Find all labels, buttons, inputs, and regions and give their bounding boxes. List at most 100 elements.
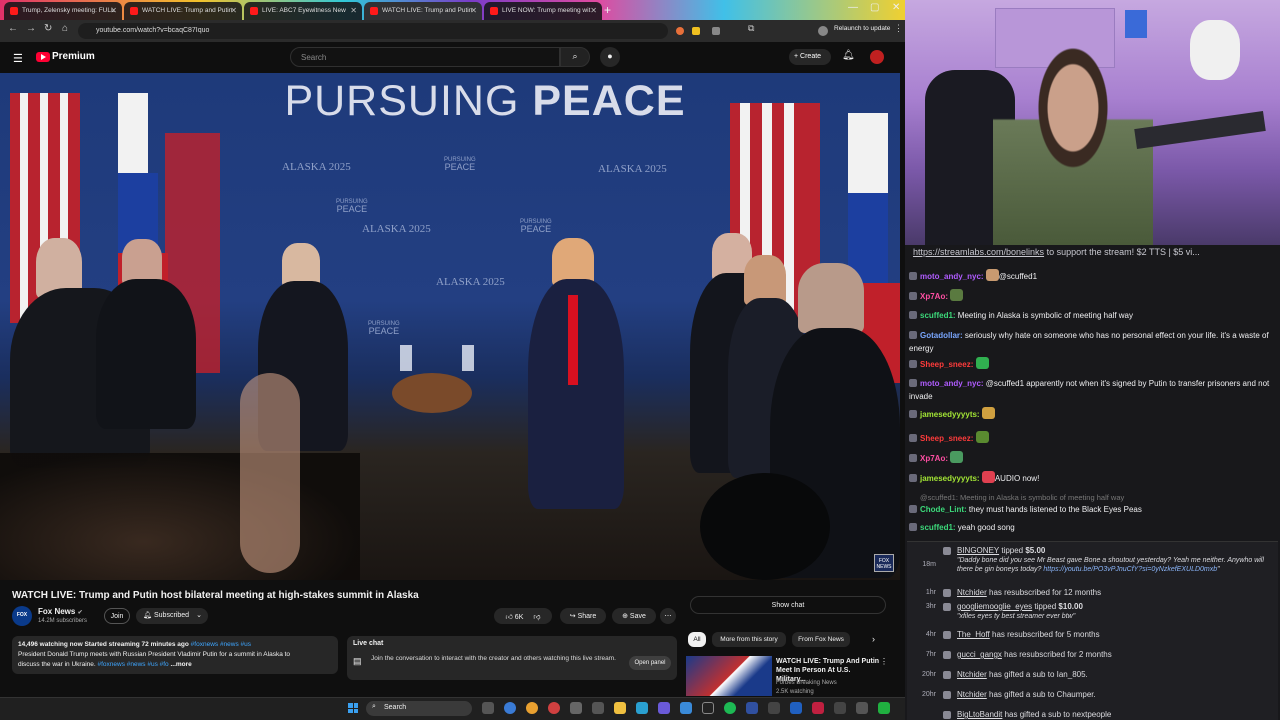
browser-tab-active[interactable]: WATCH LIVE: Trump and Putin ✕: [364, 2, 482, 20]
chip-more-from-story[interactable]: More from this story: [712, 632, 786, 647]
app-icon[interactable]: [834, 702, 846, 714]
browser-tab[interactable]: LIVE: ABC7 Eyewitness New ✕: [244, 2, 362, 20]
extension-icon[interactable]: [712, 27, 720, 35]
chat-username[interactable]: moto_andy_nyc:: [920, 379, 986, 388]
chip-from-fox-news[interactable]: From Fox News: [792, 632, 850, 647]
hamburger-menu-icon[interactable]: ☰: [13, 52, 23, 65]
more-button[interactable]: ...more: [170, 661, 191, 668]
puzzle-icon[interactable]: ⧉: [748, 23, 754, 34]
event-username[interactable]: gucci_gangx: [957, 650, 1002, 659]
discord-icon[interactable]: [658, 702, 670, 714]
obs-icon[interactable]: [702, 702, 714, 714]
app-icon[interactable]: [680, 702, 692, 714]
app-icon[interactable]: [570, 702, 582, 714]
chat-username[interactable]: Sheep_sneez:: [920, 434, 976, 443]
avatar[interactable]: [870, 50, 884, 64]
channel-avatar[interactable]: FOX: [12, 606, 32, 626]
event-time: 3hr: [925, 603, 936, 610]
maximize-icon[interactable]: ▢: [870, 2, 879, 13]
notifications-bell-icon[interactable]: 🔔︎: [842, 50, 855, 61]
chat-username[interactable]: jamesedyyyyts:: [920, 410, 982, 419]
search-button[interactable]: ⌕: [560, 47, 590, 67]
chip-all[interactable]: All: [688, 632, 706, 647]
app-icon[interactable]: [856, 702, 868, 714]
menu-dots-icon[interactable]: ⋮: [880, 657, 888, 666]
menu-dots-icon[interactable]: ⋮: [894, 23, 903, 34]
event-username[interactable]: googliemooglie_eyes: [957, 602, 1032, 611]
search-input[interactable]: Search: [290, 47, 560, 67]
more-actions-button[interactable]: ⋯: [660, 608, 676, 624]
close-icon[interactable]: ✕: [590, 6, 597, 15]
minimize-icon[interactable]: —: [848, 2, 858, 13]
event-username[interactable]: BigLtoBandit: [957, 710, 1002, 719]
event-username[interactable]: The_Hoff: [957, 630, 990, 639]
file-explorer-icon[interactable]: [614, 702, 626, 714]
youtube-logo[interactable]: Premium: [36, 51, 96, 65]
badge-icon: [909, 360, 917, 368]
close-icon[interactable]: ✕: [230, 6, 237, 15]
reload-icon[interactable]: ↻: [44, 23, 52, 34]
chat-username[interactable]: Chode_Lint:: [920, 505, 969, 514]
app-icon[interactable]: [746, 702, 758, 714]
windows-start-icon[interactable]: [348, 703, 358, 713]
chevron-right-icon[interactable]: ›: [872, 634, 875, 644]
save-button[interactable]: ⊕ Save: [612, 608, 656, 624]
chat-username[interactable]: Xp7Ao:: [920, 454, 950, 463]
browser-tab[interactable]: LIVE NOW: Trump meeting wit ✕: [484, 2, 602, 20]
app-icon[interactable]: [790, 702, 802, 714]
desc-tags[interactable]: #foxnews #news #us: [191, 641, 251, 648]
app-icon[interactable]: [768, 702, 780, 714]
app-icon[interactable]: [878, 702, 890, 714]
event-username[interactable]: Ntchider: [957, 588, 987, 597]
browser-tab[interactable]: WATCH LIVE: Trump and Putin ✕: [124, 2, 242, 20]
browser-tab[interactable]: Trump, Zelensky meeting: FULL ✕: [4, 2, 122, 20]
share-button[interactable]: ↪ Share: [560, 608, 606, 624]
chat-username[interactable]: Xp7Ao:: [920, 292, 950, 301]
event-username[interactable]: Ntchider: [957, 690, 987, 699]
forward-icon[interactable]: →: [26, 23, 36, 34]
recommended-thumbnail[interactable]: [686, 656, 772, 696]
spotify-icon[interactable]: [724, 702, 736, 714]
app-icon[interactable]: [812, 702, 824, 714]
task-view-icon[interactable]: [482, 702, 494, 714]
extension-icon[interactable]: [692, 27, 700, 35]
desc-tags[interactable]: #foxnews #news #us #fo: [97, 661, 168, 668]
tip-link[interactable]: https://youtu.be/PO3vPJnuCfY?si=0yNzkefE…: [1043, 566, 1217, 573]
close-icon[interactable]: ✕: [110, 6, 117, 15]
voice-search-button[interactable]: ●: [600, 47, 620, 67]
chat-username[interactable]: moto_andy_nyc:: [920, 272, 986, 281]
chat-username[interactable]: scuffed1:: [920, 311, 958, 320]
subscribed-button[interactable]: 🔔︎ Subscribed ⌄: [136, 608, 208, 624]
taskbar-search[interactable]: ⌕ Search: [366, 701, 472, 716]
create-button[interactable]: + Create: [789, 49, 831, 65]
app-icon[interactable]: [592, 702, 604, 714]
home-icon[interactable]: ⌂: [62, 23, 68, 34]
video-player[interactable]: PURSUING PEACE ALASKA 2025 ALASKA 2025 A…: [0, 73, 900, 580]
new-tab-button[interactable]: +: [604, 3, 611, 17]
chrome-icon[interactable]: [526, 702, 538, 714]
relaunch-button[interactable]: Relaunch to update: [834, 25, 890, 32]
event-username[interactable]: BINGONEY: [957, 546, 999, 555]
chrome-canary-icon[interactable]: [548, 702, 560, 714]
description-box[interactable]: 14,496 watching now Started streaming 72…: [12, 636, 338, 674]
extension-icon[interactable]: [676, 27, 684, 35]
channel-name[interactable]: Fox News ✔: [38, 607, 83, 616]
profile-icon[interactable]: [818, 26, 828, 36]
app-icon[interactable]: [636, 702, 648, 714]
show-chat-button[interactable]: Show chat: [690, 596, 886, 614]
like-dislike-button[interactable]: 👍︎ 6K 👎︎: [494, 608, 552, 624]
join-button[interactable]: Join: [104, 608, 130, 624]
chat-username[interactable]: Gotadollar:: [920, 331, 965, 340]
edge-icon[interactable]: [504, 702, 516, 714]
close-window-icon[interactable]: ✕: [892, 2, 900, 13]
url-bar[interactable]: youtube.com/watch?v=bcaqC87Iquo: [78, 23, 668, 39]
open-panel-button[interactable]: Open panel: [629, 656, 671, 670]
chat-username[interactable]: scuffed1:: [920, 523, 958, 532]
pinned-link[interactable]: https://streamlabs.com/bonelinks: [913, 247, 1044, 257]
close-icon[interactable]: ✕: [470, 6, 477, 15]
chat-username[interactable]: Sheep_sneez:: [920, 360, 976, 369]
close-icon[interactable]: ✕: [350, 6, 357, 15]
back-icon[interactable]: ←: [8, 23, 18, 34]
event-username[interactable]: Ntchider: [957, 670, 987, 679]
chat-username[interactable]: jamesedyyyyts:: [920, 474, 982, 483]
